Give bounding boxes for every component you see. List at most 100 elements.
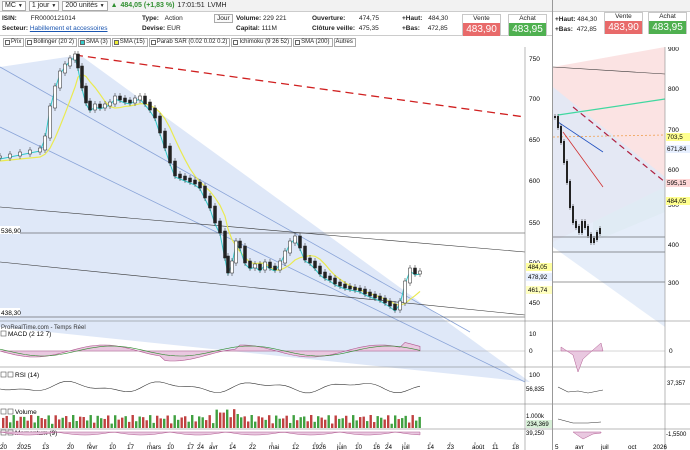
capital-value: 111M [261,25,277,32]
last-quote: 484,05 (+1,83 %) [120,2,175,9]
checkbox-icon[interactable] [0,330,7,337]
candle [103,103,107,109]
low-value: 472,85 [427,25,448,32]
momentum-panel[interactable]: Momentum (9) 39,250 [0,429,545,437]
volume-bar [79,416,82,428]
checkbox-icon[interactable] [7,408,14,415]
volume-bar [37,415,40,428]
volume-bar [16,420,19,428]
candle [248,260,252,269]
indicator-chip-bollinger[interactable]: Bollinger (20 2) [25,37,78,47]
indicator-chip-sma3[interactable]: SMA (3) [78,37,111,47]
left-level-label: 438,30 [1,310,21,317]
instrument-info-panel: ISIN: FR0000121014 Secteur: Habillement … [0,13,552,36]
sell-quote-box[interactable]: Vente 483,90 [462,14,501,36]
price-tag: 484,05 [667,198,687,205]
candle [230,260,234,274]
volume-panel[interactable]: Volume 1.000k 234,369 [0,408,552,428]
indicator-chip-parab-sar[interactable]: Parab SAR (0.02 0.02 0.2) [148,37,231,47]
volume-bar [58,419,61,428]
volume-bar [75,421,78,428]
candle [328,275,332,281]
candle [203,185,207,199]
volume-bar [187,421,190,428]
candle [378,295,382,301]
candle [218,220,222,234]
price-axis-label: 650 [529,137,540,144]
candle [63,63,67,74]
volume-bar [184,416,187,428]
symbol-selector[interactable]: MC ▼ [2,0,26,11]
sector-link[interactable]: Habillement et accessoires [30,25,108,32]
buy-label: Achat [509,15,546,23]
volume-bar [394,415,397,428]
volume-bar [257,416,260,428]
volume-bar [373,422,376,428]
volume-bar [226,409,229,428]
period-selector[interactable]: 1 jour ▼ [28,0,60,11]
volume-bar [82,417,85,428]
volume-bar [390,423,393,428]
candle [418,270,422,275]
volume-bar [68,422,71,428]
time-axis-label: 24 [385,444,393,450]
indicator-chip-price[interactable]: Prix [3,37,25,47]
secondary-time-axis: 5 avr juil oct 2026 [555,444,668,450]
candle [323,271,327,279]
macd-axis-label: 10 [529,331,537,338]
buy-quote-box[interactable]: Achat 483,95 [508,14,547,36]
checkbox-icon[interactable] [7,371,14,378]
candle [569,181,571,208]
candle [413,267,417,275]
units-selector[interactable]: 200 unités ▼ [62,0,108,11]
volume-bar [201,417,204,428]
volume-bar [212,423,215,428]
indicator-chip-ichimoku[interactable]: Ichimoku (9 26 52) [231,37,293,47]
time-axis-label: 10 [167,444,175,450]
volume-bar [383,419,386,428]
buy-value: 483,95 [509,23,546,36]
volume-bar [296,420,299,428]
volume-bar [163,418,166,428]
candle [584,221,586,228]
volume-bar [275,415,278,428]
candle [128,99,132,104]
volume-bar [194,421,197,428]
period-label: 1 jour [31,2,50,9]
volume-bar [345,415,348,428]
candle [563,141,565,163]
checkbox-icon [233,39,239,45]
macd-axis-label: 0 [669,348,673,355]
jour-button[interactable]: Jour [214,14,233,23]
volume-bar [110,423,113,428]
candle [93,103,97,111]
candle [84,85,88,104]
volume-bar [40,418,43,428]
volume-bar [327,415,330,428]
time-axis-label: juil [600,444,609,450]
price-tag: 478,92 [528,274,548,281]
volume-bar [5,415,8,428]
secondary-price-chart[interactable]: 900800700600500400300703,5671,84595,1548… [553,47,690,450]
volume-bar [355,420,358,428]
candle [208,195,212,209]
candle [253,263,257,269]
time-axis-label: 16 [373,444,381,450]
buy-quote-box[interactable]: Achat 483,95 [648,12,687,34]
rsi-panel[interactable]: RSI (14) 100 56,835 [0,371,545,394]
checkbox-icon [27,39,33,45]
candle [303,245,307,261]
indicator-chip-others[interactable]: Autres [333,37,356,47]
candle [226,255,230,274]
candle [113,95,117,105]
volume-bars [2,409,421,428]
checkbox-icon[interactable] [0,371,7,378]
candle [76,53,80,69]
indicator-chip-sma200[interactable]: SMA (200) [293,37,333,47]
volume-bar [268,415,271,428]
indicator-chip-sma15[interactable]: SMA (15) [111,37,148,47]
checkbox-icon[interactable] [0,408,7,415]
candle [173,160,177,177]
price-chart[interactable]: 536,90 438,30 750700650600550500450484,0… [0,47,553,450]
sell-quote-box[interactable]: Vente 483,90 [604,12,643,34]
